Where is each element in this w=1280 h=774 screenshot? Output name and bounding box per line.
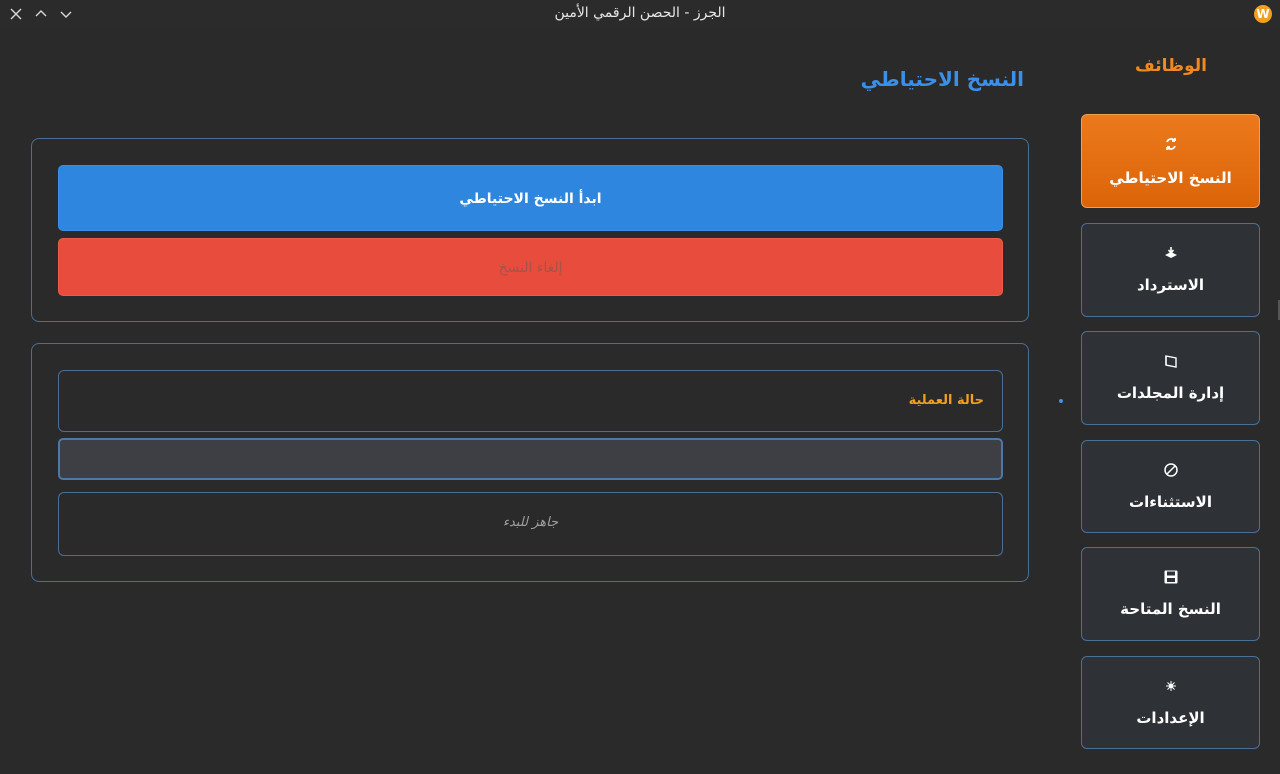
- nav-exclusions-button[interactable]: الاستثناءات: [1081, 440, 1260, 533]
- nav-folders-button[interactable]: إدارة المجلدات: [1081, 331, 1260, 425]
- nav-backup-label: النسخ الاحتياطي: [1109, 169, 1232, 187]
- status-message: جاهز للبدء: [502, 515, 559, 530]
- nav-backup-button[interactable]: النسخ الاحتياطي: [1081, 114, 1260, 208]
- splitter-handle[interactable]: [1059, 399, 1063, 403]
- app-logo-icon: W: [1254, 5, 1272, 23]
- nav-exclusions-label: الاستثناءات: [1129, 493, 1212, 511]
- nav-folders-label: إدارة المجلدات: [1116, 384, 1225, 402]
- nav-restore-label: الاسترداد: [1136, 276, 1205, 294]
- block-icon: [1082, 461, 1259, 479]
- sidebar-title: الوظائف: [1135, 56, 1207, 76]
- title-bar: الجرز - الحصن الرقمي الأمين W: [0, 0, 1280, 28]
- status-label: حالة العملية: [908, 393, 984, 408]
- cancel-backup-button[interactable]: إلغاء النسخ: [58, 238, 1003, 296]
- progress-bar: [58, 438, 1003, 480]
- actions-panel: ابدأ النسخ الاحتياطي إلغاء النسخ: [31, 138, 1029, 322]
- nav-available-backups-button[interactable]: النسخ المتاحة: [1081, 547, 1260, 641]
- status-header-box: حالة العملية: [58, 370, 1003, 432]
- nav-available-backups-label: النسخ المتاحة: [1120, 600, 1221, 618]
- start-backup-button[interactable]: ابدأ النسخ الاحتياطي: [58, 165, 1003, 231]
- window-title: الجرز - الحصن الرقمي الأمين: [554, 5, 726, 21]
- save-icon: [1082, 568, 1259, 586]
- restore-icon: [1082, 244, 1259, 262]
- nav-settings-label: الإعدادات: [1136, 709, 1205, 727]
- page-title: النسخ الاحتياطي: [860, 67, 1024, 91]
- status-message-box: جاهز للبدء: [58, 492, 1003, 556]
- nav-settings-button[interactable]: الإعدادات: [1081, 656, 1260, 749]
- sync-icon: [1082, 135, 1259, 153]
- nav-restore-button[interactable]: الاسترداد: [1081, 223, 1260, 317]
- status-panel: حالة العملية جاهز للبدء: [31, 343, 1029, 582]
- folder-icon: [1082, 352, 1259, 370]
- gear-icon: [1082, 677, 1259, 695]
